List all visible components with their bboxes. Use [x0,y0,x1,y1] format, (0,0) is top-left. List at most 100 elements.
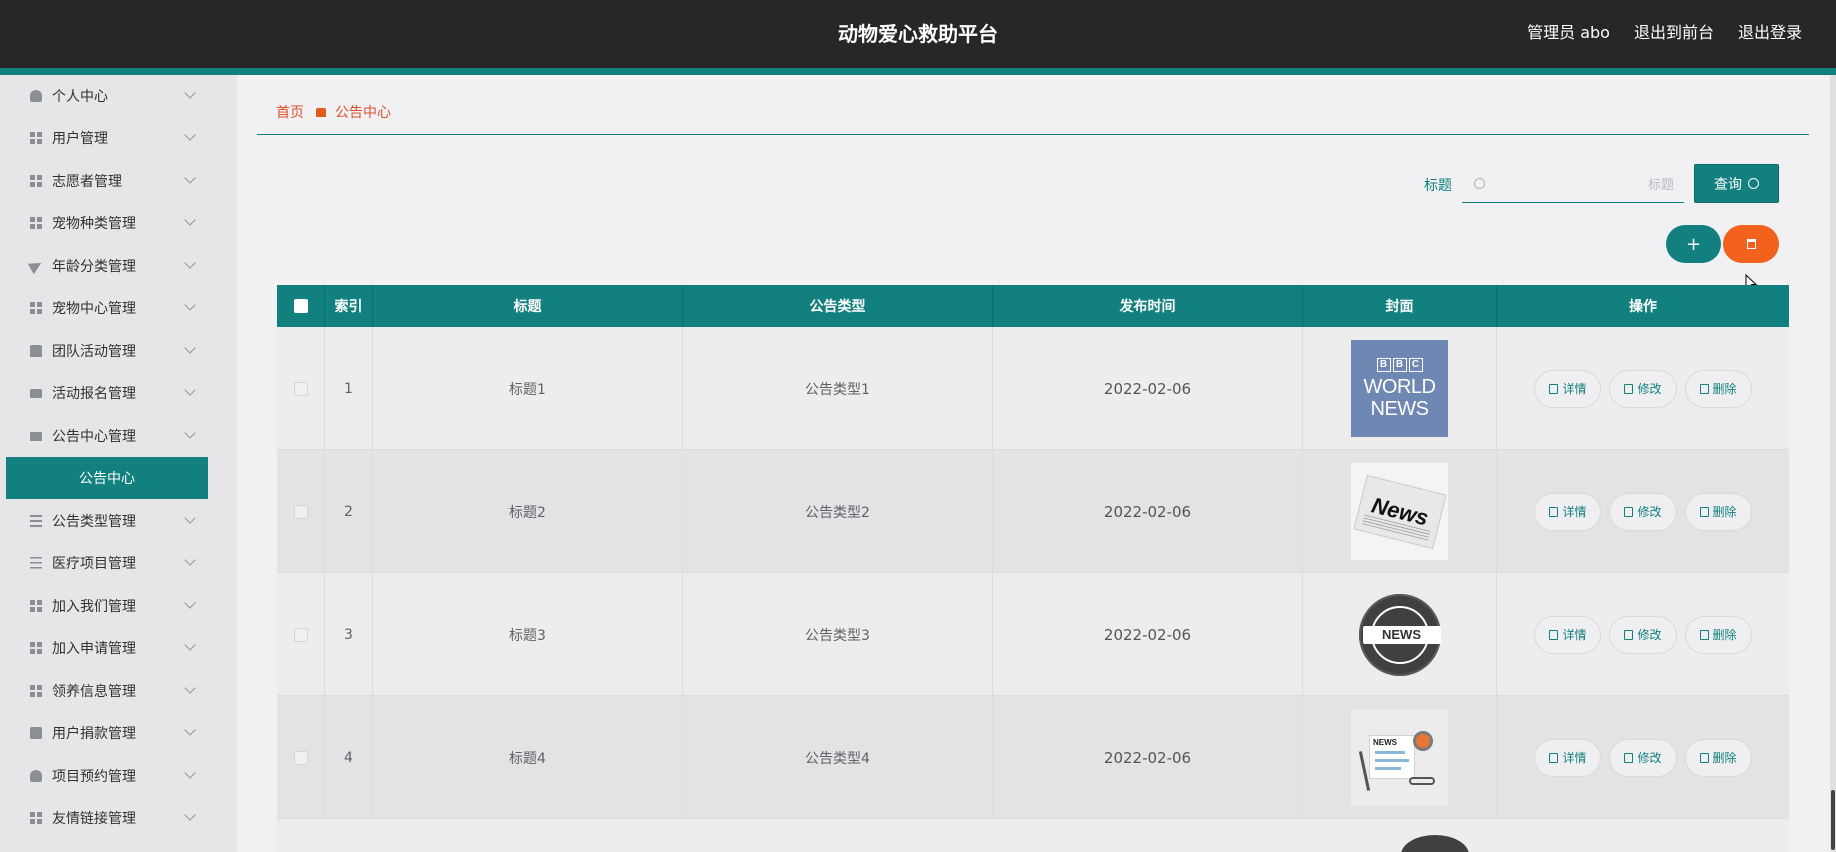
submenu-announcement-center[interactable]: 公告中心 [6,457,208,499]
delete-button[interactable]: 删除 [1684,369,1752,408]
row-select [277,450,325,573]
add-button[interactable]: + [1666,225,1721,263]
front-link[interactable]: 退出到前台 [1634,19,1714,43]
row-index: 4 [325,696,373,819]
detail-label: 详情 [1562,505,1587,519]
edit-button[interactable]: 修改 [1609,369,1677,408]
sidebar-item-activity-signup[interactable]: 活动报名管理 [0,372,237,414]
user-icon [30,770,42,782]
row-type: 公告类型4 [683,696,993,819]
select-all-checkbox[interactable] [293,299,308,313]
row-time: 2022-02-06 [993,327,1303,450]
detail-button[interactable]: 详情 [1534,369,1602,408]
breadcrumb: 首页 公告中心 [276,102,391,122]
search-icon [1474,178,1485,189]
cover-text: WORLD [1363,375,1436,398]
globe-icon: NEWS [1358,593,1441,676]
logout-link[interactable]: 退出登录 [1738,19,1802,43]
breadcrumb-divider [257,134,1809,135]
sidebar-item-join-applications[interactable]: 加入申请管理 [0,627,237,669]
row-actions: 详情 修改 删除 [1497,450,1789,573]
glasses-graphic [1409,777,1435,785]
row-checkbox[interactable] [293,750,308,765]
edit-button[interactable]: 修改 [1609,615,1677,654]
sidebar-item-medical-projects[interactable]: 医疗项目管理 [0,542,237,584]
globe-ring: NEWS [1362,605,1441,664]
cover-text: News [1368,491,1431,531]
sidebar-item-pet-center[interactable]: 宠物中心管理 [0,287,237,329]
header-time: 发布时间 [993,285,1303,327]
row-actions: 详情 修改 删除 [1497,573,1789,696]
row-index: 1 [325,327,373,450]
header-ops: 操作 [1629,299,1657,315]
page-scrollbar[interactable] [1830,75,1836,852]
header-type: 公告类型 [683,285,993,327]
detail-button[interactable]: 详情 [1534,492,1602,531]
breadcrumb-home[interactable]: 首页 [276,102,304,122]
edit-icon [1624,752,1634,763]
delete-button[interactable]: 删除 [1684,738,1752,777]
sidebar-item-donations[interactable]: 用户捐款管理 [0,712,237,754]
sidebar-item-users[interactable]: 用户管理 [0,117,237,159]
row-checkbox[interactable] [293,381,308,396]
grid-icon [30,302,42,314]
sidebar-item-pet-species[interactable]: 宠物种类管理 [0,202,237,244]
sidebar-item-announcement-types[interactable]: 公告类型管理 [0,500,237,542]
admin-label: 管理员 abo [1527,23,1610,42]
sidebar-item-label: 用户捐款管理 [52,726,136,742]
row-title: 标题2 [373,450,683,573]
sidebar-item-label: 活动报名管理 [52,386,136,402]
sidebar-item-profile[interactable]: 个人中心 [0,75,237,117]
table-row: 2 标题2 公告类型2 2022-02-06 News 详情 修改 删除 [277,450,1789,573]
edit-button[interactable]: 修改 [1609,492,1677,531]
cover-image-bbc-world-news: B B C WORLD NEWS [1351,340,1448,437]
detail-label: 详情 [1562,628,1587,642]
sidebar-item-announcement-center[interactable]: 公告中心管理 [0,415,237,457]
cover-text: NEWS [1370,397,1430,420]
cover-image-newspaper: News [1351,463,1448,560]
edit-button[interactable]: 修改 [1609,738,1677,777]
scrollbar-thumb[interactable] [1831,790,1835,850]
sidebar-item-label: 加入申请管理 [52,641,136,657]
delete-button[interactable]: 删除 [1684,492,1752,531]
top-bar: 动物爱心救助平台 管理员 abo 退出到前台 退出登录 [0,0,1836,68]
row-time: 2022-02-06 [993,450,1303,573]
sidebar-item-join-us[interactable]: 加入我们管理 [0,585,237,627]
grid-icon [30,812,42,824]
clipboard-icon [30,345,42,357]
query-button[interactable]: 查询 [1694,164,1779,203]
sidebar-item-age-category[interactable]: 年龄分类管理 [0,245,237,287]
sliders-icon [30,557,42,569]
table-header: 索引 标题 公告类型 发布时间 封面 操作 [277,285,1789,327]
sidebar-item-label: 项目预约管理 [52,769,136,785]
batch-delete-button[interactable] [1723,225,1779,263]
sidebar-item-volunteers[interactable]: 志愿者管理 [0,160,237,202]
sidebar-item-adoption-info[interactable]: 领养信息管理 [0,670,237,712]
sidebar-item-friend-links[interactable]: 友情链接管理 [0,797,237,839]
search-input[interactable] [1496,171,1674,199]
sidebar-item-appointments[interactable]: 项目预约管理 [0,755,237,797]
delete-button[interactable]: 删除 [1684,615,1752,654]
row-cover: News [1303,450,1497,573]
bbc-logo-letter: B [1392,357,1407,372]
top-right-links: 管理员 abo 退出到前台 退出登录 [1527,19,1802,43]
sidebar-item-label: 公告类型管理 [52,514,136,530]
sidebar-item-label: 公告中心管理 [52,429,136,445]
header-select-all [277,285,325,327]
top-accent-bar [0,68,1836,75]
sidebar-item-label: 领养信息管理 [52,684,136,700]
text-line-graphic [1375,767,1401,770]
detail-button[interactable]: 详情 [1534,738,1602,777]
row-checkbox[interactable] [293,504,308,519]
edit-label: 修改 [1637,751,1662,765]
table-row: 4 标题4 公告类型4 2022-02-06 NEWS 详情 修改 删除 [277,696,1789,819]
row-index: 2 [325,450,373,573]
row-checkbox[interactable] [293,627,308,642]
detail-button[interactable]: 详情 [1534,615,1602,654]
grid-icon [30,132,42,144]
sidebar-item-label: 宠物种类管理 [52,216,136,232]
monitor-icon [30,388,42,398]
sidebar-item-team-activities[interactable]: 团队活动管理 [0,330,237,372]
edit-icon [1624,629,1634,640]
row-title: 标题1 [373,327,683,450]
